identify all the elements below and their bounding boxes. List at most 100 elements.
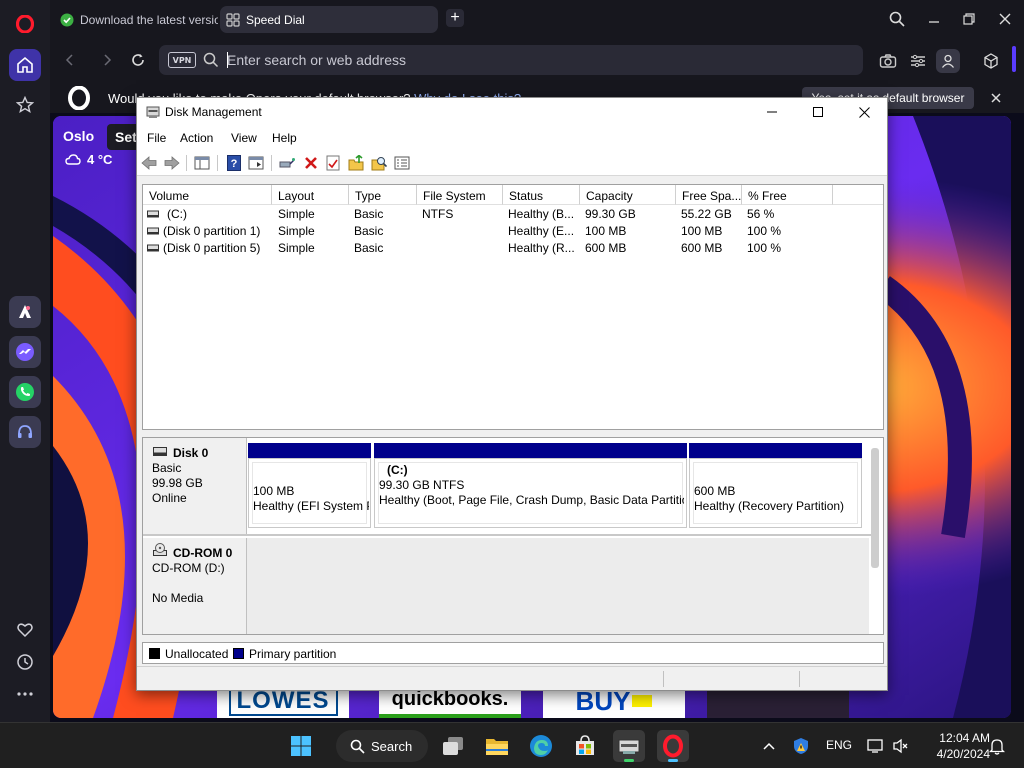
close-icon[interactable] — [995, 9, 1015, 29]
legend-bar: Unallocated Primary partition — [142, 642, 884, 664]
cell-percent-free: 100 % — [747, 241, 782, 255]
partition-recovery[interactable]: 600 MB Healthy (Recovery Partition) — [689, 458, 862, 528]
primary-partition-band — [248, 443, 371, 458]
restore-icon[interactable] — [959, 9, 979, 29]
opera-menu-icon[interactable] — [9, 8, 41, 40]
search-icon — [350, 739, 365, 754]
tab-speed-dial[interactable]: Speed Dial — [220, 6, 438, 33]
disk-size: 99.98 GB — [152, 476, 203, 490]
minimize-icon[interactable] — [924, 9, 944, 29]
tab-bar: Download the latest versio Speed Dial + — [50, 0, 1024, 38]
microsoft-store-icon[interactable] — [569, 730, 601, 762]
url-field[interactable]: VPN — [159, 45, 863, 75]
messenger-icon[interactable] — [9, 336, 41, 368]
profile-icon[interactable] — [936, 49, 960, 73]
heart-icon[interactable] — [9, 614, 41, 646]
menu-help[interactable]: Help — [272, 131, 297, 145]
minimize-button[interactable] — [749, 98, 795, 126]
open-folder-up-icon[interactable] — [347, 154, 365, 172]
new-tab-button[interactable]: + — [446, 9, 464, 27]
extensions-icon[interactable] — [981, 51, 1001, 71]
menu-action[interactable]: Action — [180, 131, 213, 145]
cdrom-0-info[interactable]: CD-ROM 0 CD-ROM (D:) No Media — [143, 538, 247, 634]
column-header-status[interactable]: Status — [503, 185, 580, 205]
properties-view-icon[interactable] — [247, 154, 265, 172]
status-separator — [663, 671, 664, 687]
vpn-badge[interactable]: VPN — [168, 52, 196, 68]
partition-size: 99.30 GB NTFS — [379, 478, 465, 492]
aria-ai-icon[interactable] — [9, 296, 41, 328]
disk-management-taskbar-icon[interactable] — [613, 730, 645, 762]
help-icon[interactable]: ? — [225, 154, 243, 172]
search-tabs-icon[interactable] — [887, 9, 907, 29]
weather-widget[interactable]: 4 °C — [65, 152, 112, 167]
forward-icon[interactable] — [163, 154, 181, 172]
pane-splitter[interactable] — [142, 432, 884, 436]
disk-name: Disk 0 — [173, 446, 209, 460]
edge-icon[interactable] — [525, 730, 557, 762]
taskbar-search[interactable]: Search — [336, 730, 428, 762]
menu-view[interactable]: View — [231, 131, 257, 145]
delete-icon[interactable] — [302, 154, 320, 172]
cell-volume: (C:) — [167, 207, 187, 221]
legend-swatch-unallocated — [149, 648, 160, 659]
notification-bell-icon[interactable] — [988, 737, 1006, 755]
back-icon[interactable] — [61, 51, 79, 69]
forward-icon[interactable] — [98, 51, 116, 69]
column-header-capacity[interactable]: Capacity — [580, 185, 676, 205]
table-row[interactable]: (C:) Simple Basic NTFS Healthy (B... 99.… — [143, 206, 883, 223]
table-row[interactable]: (Disk 0 partition 1) Simple Basic Health… — [143, 223, 883, 240]
star-icon[interactable] — [9, 89, 41, 121]
opera-taskbar-icon[interactable] — [657, 730, 689, 762]
column-header-type[interactable]: Type — [349, 185, 417, 205]
menu-file[interactable]: File — [147, 131, 166, 145]
home-icon[interactable] — [9, 49, 41, 81]
partition-c[interactable]: (C:) 99.30 GB NTFS Healthy (Boot, Page F… — [374, 458, 687, 528]
column-header-volume[interactable]: Volume — [143, 185, 272, 205]
cell-file-system: NTFS — [422, 207, 454, 221]
tab-download[interactable]: Download the latest versio — [54, 6, 218, 33]
network-icon[interactable] — [867, 737, 885, 755]
column-header-layout[interactable]: Layout — [272, 185, 349, 205]
system-clock[interactable]: 12:04 AM 4/20/2024 — [920, 730, 990, 762]
close-button[interactable] — [841, 98, 887, 126]
back-icon[interactable] — [140, 154, 158, 172]
status-bar — [137, 666, 887, 690]
whatsapp-icon[interactable] — [9, 376, 41, 408]
cell-status: Healthy (B... — [508, 207, 575, 221]
camera-icon[interactable] — [878, 51, 898, 71]
vertical-scrollbar[interactable] — [871, 448, 879, 568]
maximize-button[interactable] — [795, 98, 841, 126]
partition-efi[interactable]: 100 MB Healthy (EFI System Partition) — [248, 458, 371, 528]
start-button[interactable] — [285, 730, 317, 762]
volume-muted-icon[interactable] — [892, 737, 910, 755]
weather-city[interactable]: Oslo — [63, 128, 94, 144]
connect-disk-icon[interactable] — [278, 154, 296, 172]
url-input[interactable] — [227, 50, 787, 70]
column-header-file-system[interactable]: File System — [417, 185, 503, 205]
disk-0-info[interactable]: Disk 0 Basic 99.98 GB Online — [143, 438, 247, 534]
check-properties-icon[interactable] — [324, 154, 342, 172]
column-header-percent-free[interactable]: % Free — [742, 185, 833, 205]
more-icon[interactable] — [9, 678, 41, 710]
reload-icon[interactable] — [129, 51, 147, 69]
legend-swatch-primary — [233, 648, 244, 659]
window-titlebar[interactable]: Disk Management — [137, 98, 887, 126]
sidebar-accent — [1012, 46, 1016, 72]
cell-status: Healthy (E... — [508, 224, 575, 238]
show-hide-console-tree-icon[interactable] — [193, 154, 211, 172]
table-row[interactable]: (Disk 0 partition 5) Simple Basic Health… — [143, 240, 883, 257]
close-icon[interactable] — [988, 90, 1004, 106]
music-player-icon[interactable] — [9, 416, 41, 448]
task-view-icon[interactable] — [437, 730, 469, 762]
windows-security-icon[interactable] — [792, 737, 810, 755]
language-indicator[interactable]: ENG — [826, 738, 852, 752]
cdrom-media-area[interactable] — [247, 538, 869, 634]
view-list-icon[interactable] — [393, 154, 411, 172]
chevron-up-icon[interactable] — [760, 737, 778, 755]
file-explorer-icon[interactable] — [481, 730, 513, 762]
column-header-free-space[interactable]: Free Spa... — [676, 185, 742, 205]
history-icon[interactable] — [9, 646, 41, 678]
explore-icon[interactable] — [370, 154, 388, 172]
easy-setup-icon[interactable] — [908, 51, 928, 71]
